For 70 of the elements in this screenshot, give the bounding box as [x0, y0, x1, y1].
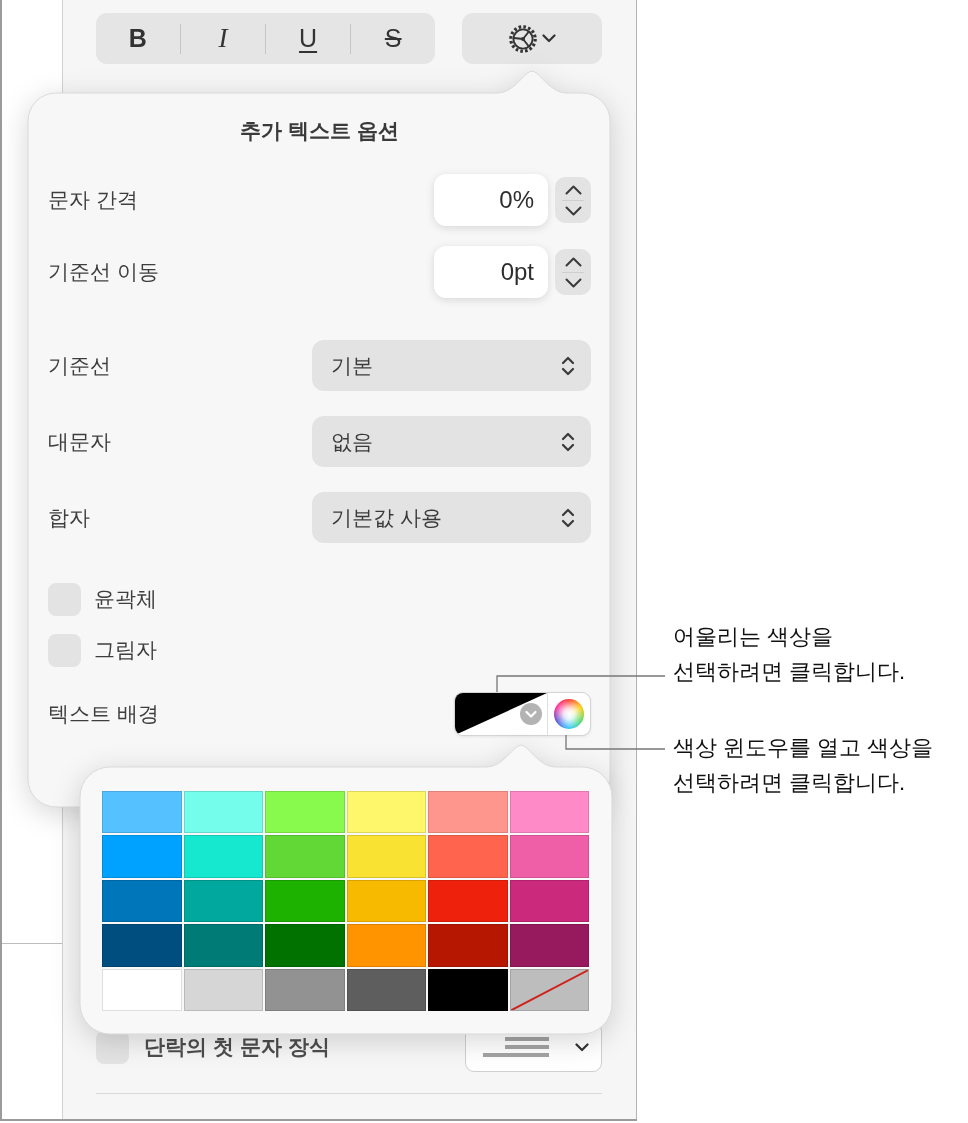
checkbox-label: 윤곽체: [94, 586, 157, 612]
color-swatch[interactable]: [265, 968, 345, 1011]
chevron-down-icon: [564, 205, 582, 216]
stepper[interactable]: [555, 177, 591, 223]
color-swatch[interactable]: [102, 835, 182, 878]
color-swatch[interactable]: [346, 879, 426, 923]
field-label: 합자: [48, 504, 90, 531]
field-label: 기준선 이동: [48, 259, 159, 285]
field-label: 대문자: [48, 428, 111, 455]
chevron-up-icon: [564, 256, 582, 267]
color-swatch[interactable]: [509, 879, 589, 923]
color-menu-button[interactable]: [455, 693, 547, 735]
color-swatch[interactable]: [102, 924, 182, 967]
color-swatch[interactable]: [265, 791, 345, 834]
color-swatch[interactable]: [509, 924, 589, 967]
color-swatch[interactable]: [509, 791, 589, 834]
chevron-down-icon: [575, 1042, 589, 1052]
text-lines-icon: [483, 1035, 549, 1059]
field-label: 문자 간격: [48, 187, 138, 213]
color-swatch[interactable]: [102, 791, 182, 834]
up-down-chevron-icon: [561, 430, 575, 453]
chevron-up-icon: [564, 184, 582, 195]
color-swatch[interactable]: [428, 924, 508, 967]
underline-button[interactable]: U: [266, 13, 350, 64]
no-color-swatch[interactable]: [509, 968, 589, 1011]
color-swatch[interactable]: [428, 968, 508, 1011]
text-field[interactable]: 0%: [434, 174, 548, 226]
color-swatch[interactable]: [265, 879, 345, 923]
bold-button[interactable]: B: [96, 13, 180, 64]
color-swatch[interactable]: [346, 924, 426, 967]
popup-button[interactable]: 없음: [312, 416, 591, 467]
color-swatch-icon: [455, 693, 547, 735]
color-swatch[interactable]: [346, 791, 426, 834]
field-label: 텍스트 배경: [48, 701, 159, 727]
callout-text: 색상 윈도우를 열고 색상을 선택하려면 클릭합니다.: [673, 734, 934, 797]
strikethrough-button[interactable]: S: [351, 13, 435, 64]
popup-button[interactable]: 기본값 사용: [312, 492, 591, 543]
chevron-down-icon: [542, 34, 556, 43]
color-swatch[interactable]: [428, 879, 508, 923]
chevron-circle-icon: [520, 703, 542, 725]
color-swatch[interactable]: [265, 835, 345, 878]
chevron-down-icon: [564, 277, 582, 288]
color-swatch[interactable]: [102, 968, 182, 1011]
up-down-chevron-icon: [561, 354, 575, 377]
color-swatch[interactable]: [428, 791, 508, 834]
color-swatch[interactable]: [346, 968, 426, 1011]
checkbox-label: 그림자: [94, 637, 157, 663]
field-label: 기준선: [48, 352, 111, 379]
checkbox-label: 단락의 첫 문자 장식: [144, 1035, 330, 1059]
color-swatch[interactable]: [509, 835, 589, 878]
gear-icon: [508, 23, 538, 54]
color-swatch[interactable]: [183, 835, 263, 878]
stepper[interactable]: [555, 249, 591, 295]
color-well[interactable]: [454, 692, 591, 736]
color-swatch[interactable]: [183, 924, 263, 967]
popover-title: 추가 텍스트 옵션: [240, 118, 399, 144]
color-swatch[interactable]: [265, 924, 345, 967]
color-swatch[interactable]: [428, 835, 508, 878]
text-field[interactable]: 0pt: [434, 246, 548, 298]
color-swatch[interactable]: [102, 879, 182, 923]
callout-text: 어울리는 색상을 선택하려면 클릭합니다.: [673, 623, 906, 686]
up-down-chevron-icon: [561, 506, 575, 529]
color-swatch[interactable]: [346, 835, 426, 878]
more-options-button[interactable]: [462, 13, 602, 64]
popup-button[interactable]: 기본: [312, 340, 591, 391]
color-swatch[interactable]: [183, 879, 263, 923]
color-swatch[interactable]: [183, 968, 263, 1011]
color-wheel-icon: [554, 699, 584, 729]
italic-button[interactable]: I: [181, 13, 265, 64]
color-swatch[interactable]: [183, 791, 263, 834]
